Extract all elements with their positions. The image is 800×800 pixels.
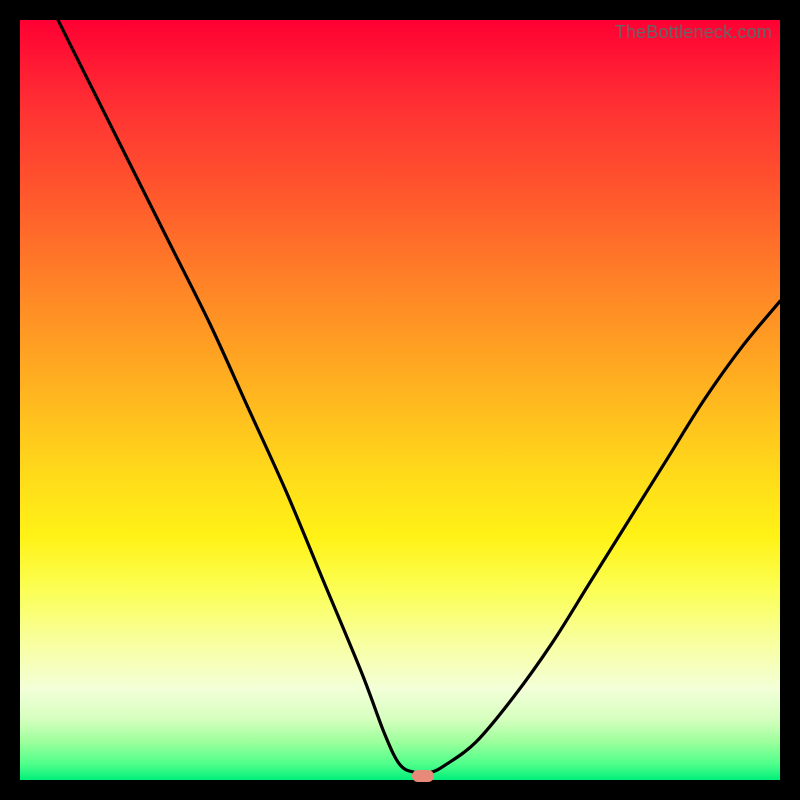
chart-canvas: TheBottleneck.com: [0, 0, 800, 800]
plot-area: TheBottleneck.com: [20, 20, 780, 780]
optimum-marker: [412, 770, 434, 782]
curve-path: [58, 20, 780, 773]
watermark-text: TheBottleneck.com: [615, 22, 772, 43]
bottleneck-curve: [20, 20, 780, 780]
